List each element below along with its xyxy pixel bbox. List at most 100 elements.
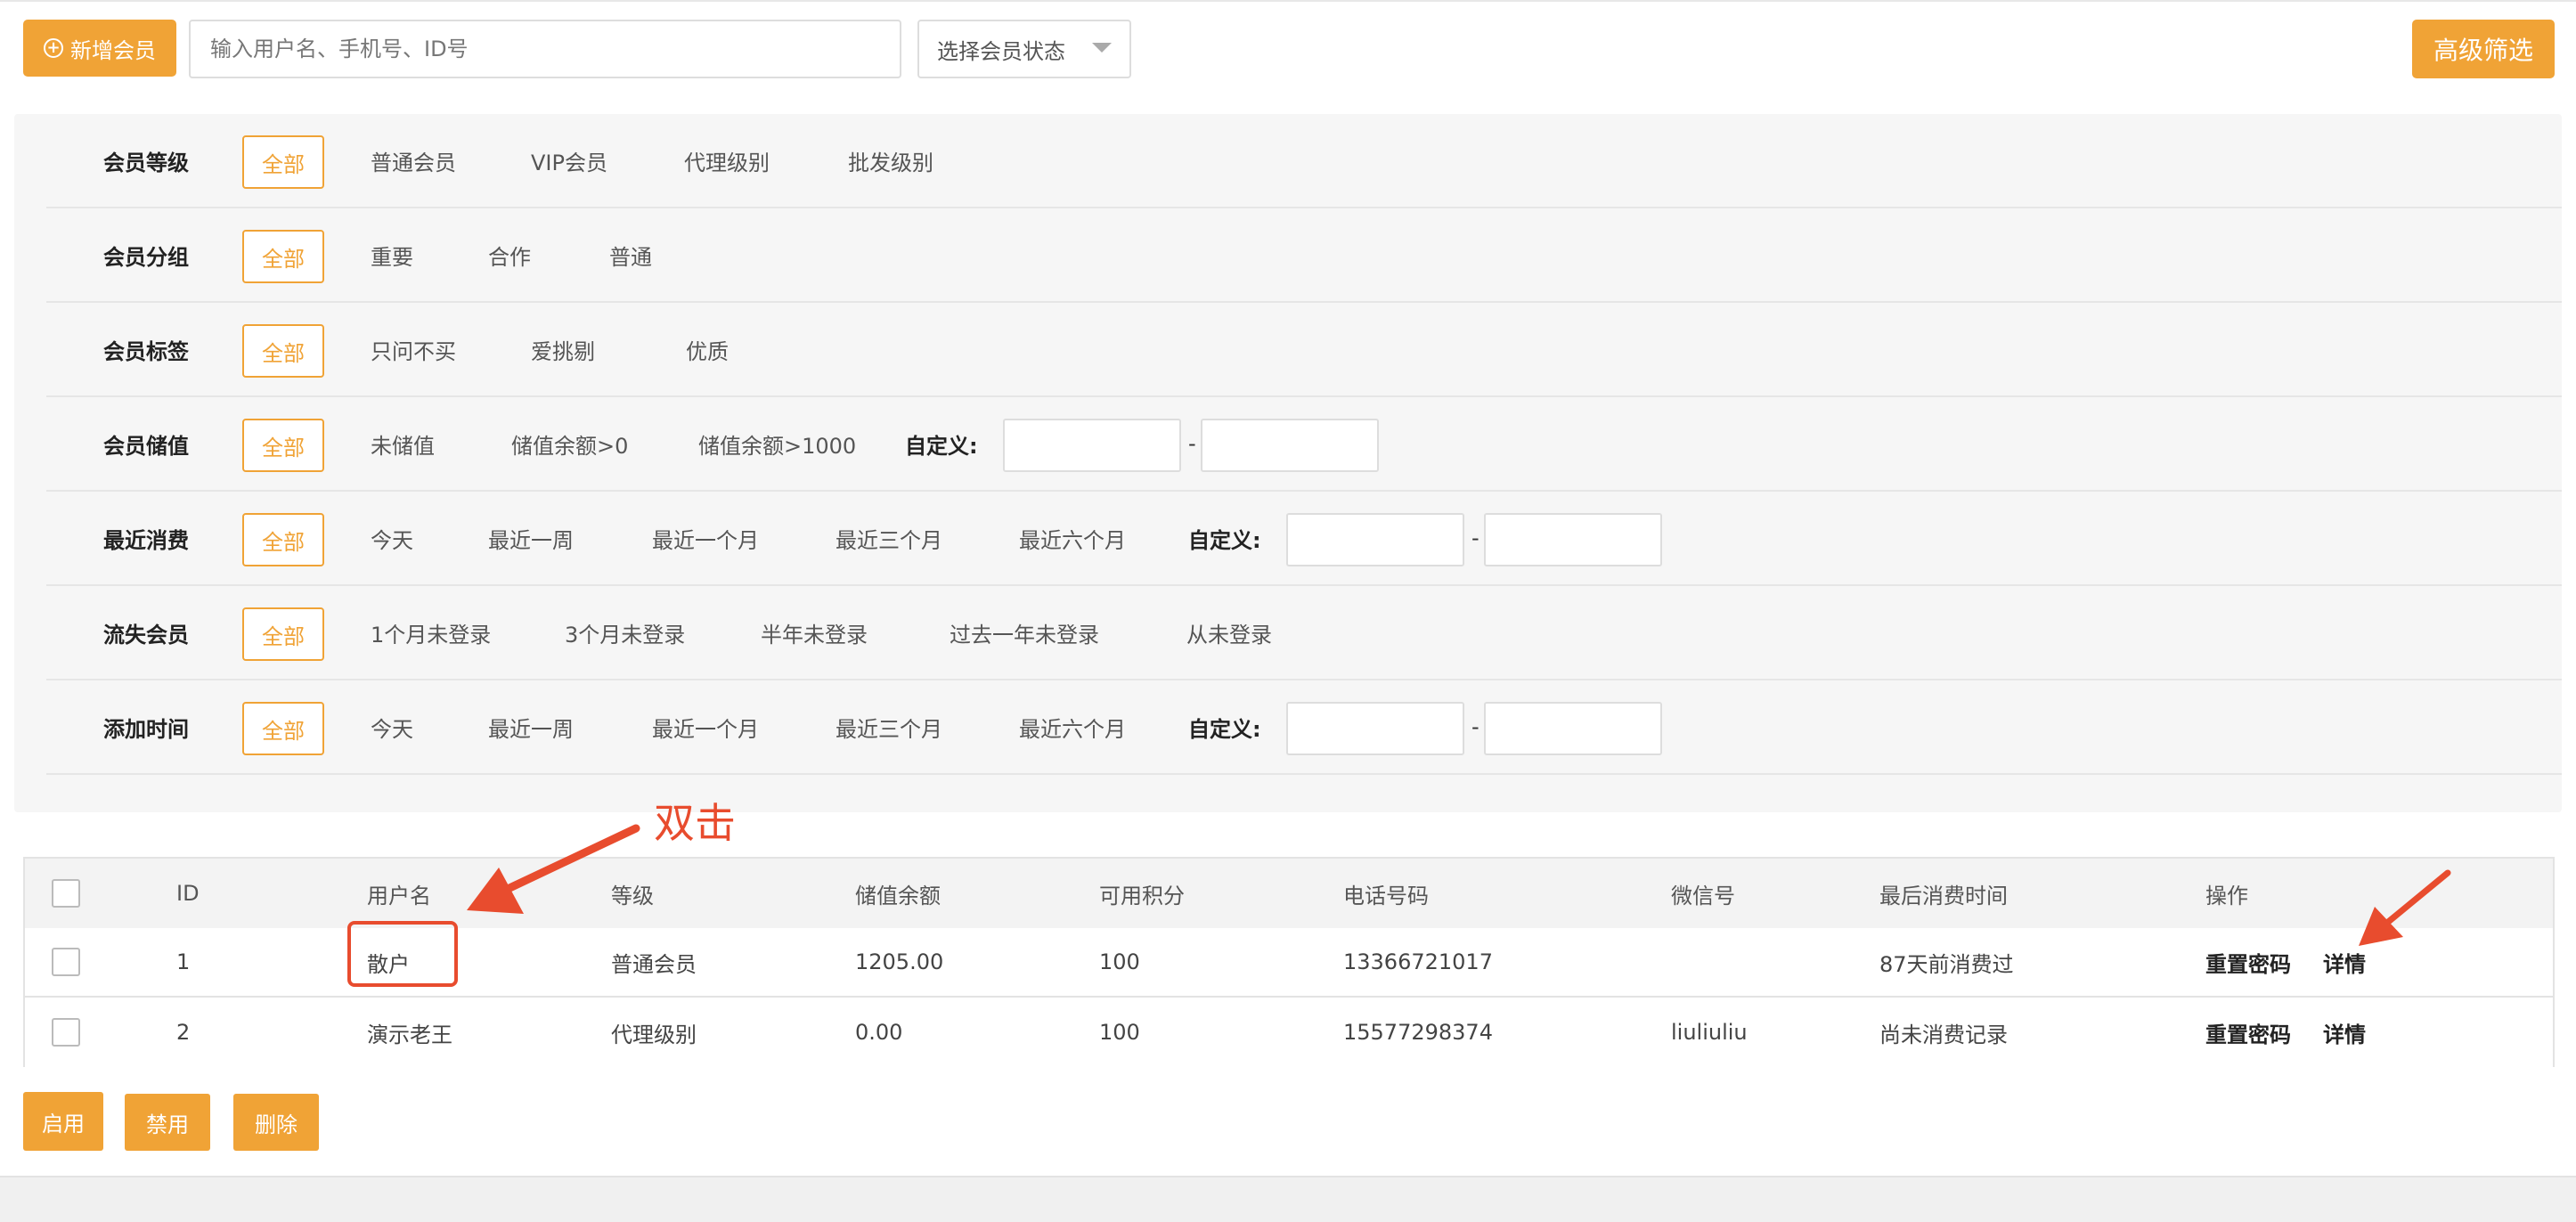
cell-actions: 重置密码 详情 [2179, 928, 2553, 996]
filter-option[interactable]: 3个月未登录 [565, 586, 685, 679]
range-separator: - [1188, 431, 1196, 456]
row-checkbox[interactable] [52, 948, 80, 976]
filter-row-member-level: 会员等级 全部 普通会员 VIP会员 代理级别 批发级别 [46, 114, 2562, 208]
range-min-input[interactable] [1003, 419, 1181, 472]
column-header-username[interactable]: 用户名 [340, 859, 584, 928]
filter-option[interactable]: 代理级别 [684, 114, 770, 207]
column-header-points[interactable]: 可用积分 [1072, 859, 1317, 928]
filter-label: 会员分组 [103, 244, 189, 270]
filter-option[interactable]: 从未登录 [1186, 586, 1272, 679]
filter-option[interactable]: 最近一个月 [652, 680, 759, 773]
search-input[interactable] [189, 20, 901, 78]
range-max-input[interactable] [1484, 513, 1662, 566]
range-separator: - [1471, 714, 1480, 739]
filter-option[interactable]: 未储值 [371, 397, 435, 490]
advanced-filter-button[interactable]: 高级筛选 [2412, 20, 2555, 78]
chevron-down-icon [1092, 43, 1112, 53]
filter-option[interactable]: 储值余额>0 [511, 397, 628, 490]
cell-level: 代理级别 [611, 1022, 697, 1047]
filter-option[interactable]: 最近一周 [488, 492, 574, 584]
column-header-phone[interactable]: 电话号码 [1317, 859, 1644, 928]
row-select-cell [25, 998, 150, 1067]
select-all-checkbox[interactable] [52, 879, 80, 908]
filter-option[interactable]: 半年未登录 [761, 586, 868, 679]
cell-phone: 13366721017 [1343, 949, 1493, 974]
filter-option[interactable]: 今天 [371, 680, 413, 773]
plus-circle-icon: + [44, 38, 63, 58]
filter-option[interactable]: 优质 [686, 303, 729, 395]
filter-option-all[interactable]: 全部 [242, 607, 324, 661]
footer-band [0, 1176, 2576, 1222]
range-min-input[interactable] [1286, 702, 1464, 755]
filter-row-member-tag: 会员标签 全部 只问不买 爱挑剔 优质 [46, 303, 2562, 397]
filter-option[interactable]: 普通 [609, 208, 652, 301]
detail-link[interactable]: 详情 [2323, 1017, 2366, 1048]
cell-actions: 重置密码 详情 [2179, 998, 2553, 1067]
filter-option-all[interactable]: 全部 [242, 513, 324, 566]
filter-option[interactable]: 过去一年未登录 [950, 586, 1099, 679]
filter-option[interactable]: 最近六个月 [1019, 492, 1126, 584]
top-divider [0, 0, 2576, 2]
cell-id: 1 [176, 949, 191, 974]
filter-row-member-group: 会员分组 全部 重要 合作 普通 [46, 208, 2562, 303]
row-select-cell [25, 928, 150, 996]
range-min-input[interactable] [1286, 513, 1464, 566]
filter-panel: 会员等级 全部 普通会员 VIP会员 代理级别 批发级别 会员分组 全部 重要 … [14, 114, 2562, 812]
cell-level: 普通会员 [611, 951, 697, 977]
cell-balance: 1205.00 [855, 949, 944, 974]
filter-option-all[interactable]: 全部 [242, 702, 324, 755]
filter-option[interactable]: 最近三个月 [836, 680, 942, 773]
table-row[interactable]: 2 演示老王 代理级别 0.00 100 15577298374 liuliul… [25, 998, 2553, 1067]
delete-button[interactable]: 删除 [233, 1094, 319, 1151]
detail-link[interactable]: 详情 [2323, 947, 2366, 978]
filter-option[interactable]: 1个月未登录 [371, 586, 491, 679]
reset-password-link[interactable]: 重置密码 [2205, 947, 2291, 978]
cell-points: 100 [1099, 949, 1140, 974]
member-status-select-label: 选择会员状态 [937, 38, 1065, 64]
disable-button[interactable]: 禁用 [125, 1094, 210, 1151]
filter-option[interactable]: 储值余额>1000 [698, 397, 856, 490]
column-header-wechat[interactable]: 微信号 [1644, 859, 1853, 928]
reset-password-link[interactable]: 重置密码 [2205, 1017, 2291, 1048]
custom-range-label: 自定义: [1188, 716, 1261, 742]
add-member-button[interactable]: + 新增会员 [23, 20, 176, 77]
enable-button[interactable]: 启用 [23, 1092, 103, 1151]
filter-option-all[interactable]: 全部 [242, 135, 324, 189]
row-checkbox[interactable] [52, 1018, 80, 1047]
cell-points: 100 [1099, 1020, 1140, 1045]
filter-option[interactable]: 合作 [488, 208, 531, 301]
cell-username[interactable]: 演示老王 [340, 998, 584, 1067]
column-header-level[interactable]: 等级 [584, 859, 828, 928]
filter-option[interactable]: 批发级别 [848, 114, 933, 207]
select-all-cell [25, 859, 150, 928]
column-header-balance[interactable]: 储值余额 [828, 859, 1072, 928]
column-header-last-consume[interactable]: 最后消费时间 [1853, 859, 2179, 928]
filter-option[interactable]: 最近一周 [488, 680, 574, 773]
filter-option[interactable]: 今天 [371, 492, 413, 584]
range-max-input[interactable] [1484, 702, 1662, 755]
filter-option-all[interactable]: 全部 [242, 324, 324, 378]
filter-row-member-balance: 会员储值 全部 未储值 储值余额>0 储值余额>1000 自定义: - [46, 397, 2562, 492]
table-header: ID 用户名 等级 储值余额 可用积分 电话号码 微信号 最后消费时间 操作 [25, 859, 2553, 930]
filter-option[interactable]: 爱挑剔 [531, 303, 595, 395]
column-header-id[interactable]: ID [150, 859, 340, 928]
filter-label: 流失会员 [103, 622, 189, 648]
filter-option[interactable]: 重要 [371, 208, 413, 301]
filter-option-all[interactable]: 全部 [242, 419, 324, 472]
custom-range-label: 自定义: [1188, 527, 1261, 553]
filter-option[interactable]: 只问不买 [371, 303, 456, 395]
range-separator: - [1471, 525, 1480, 550]
filter-option[interactable]: 普通会员 [371, 114, 456, 207]
cell-wechat [1644, 928, 1853, 996]
member-status-select[interactable]: 选择会员状态 [917, 20, 1131, 78]
filter-label: 最近消费 [103, 527, 189, 553]
annotation-double-click-text: 双击 [654, 799, 736, 847]
filter-label: 会员储值 [103, 433, 189, 459]
filter-option-all[interactable]: 全部 [242, 230, 324, 283]
filter-option[interactable]: 最近三个月 [836, 492, 942, 584]
filter-option[interactable]: 最近一个月 [652, 492, 759, 584]
filter-option[interactable]: 最近六个月 [1019, 680, 1126, 773]
range-max-input[interactable] [1201, 419, 1379, 472]
column-header-actions: 操作 [2205, 883, 2248, 908]
filter-option[interactable]: VIP会员 [531, 114, 607, 207]
